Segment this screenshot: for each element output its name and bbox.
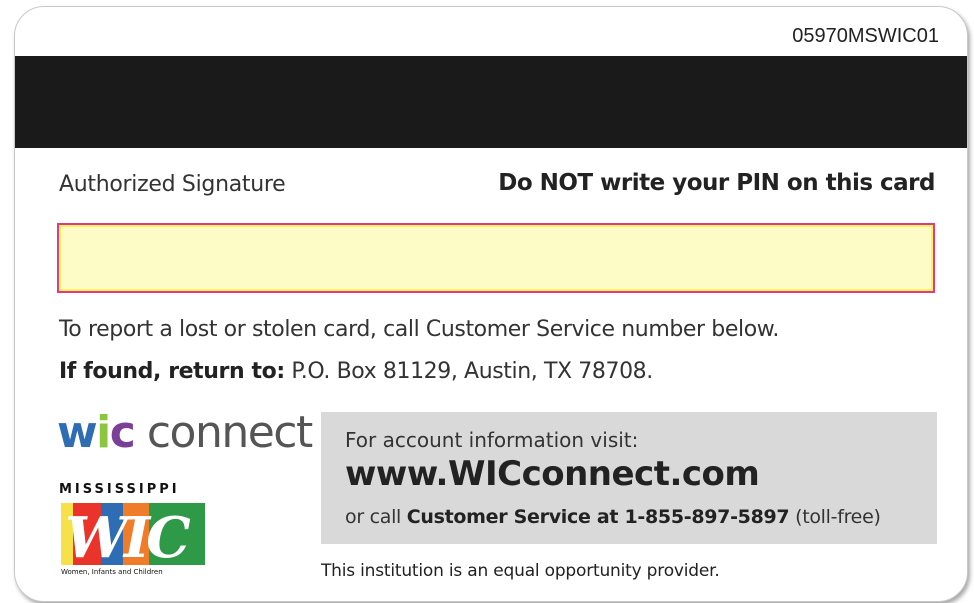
equal-opportunity-statement: This institution is an equal opportunity… <box>321 561 720 581</box>
signature-label: Authorized Signature <box>59 172 286 197</box>
card-back: 05970MSWIC01 Authorized Signature Do NOT… <box>14 6 968 602</box>
info-call-prefix: or call <box>345 506 407 528</box>
wic-connect-logo: wic connect <box>57 407 313 458</box>
found-label: If found, return to: <box>59 359 285 384</box>
signature-panel <box>57 223 935 293</box>
magnetic-stripe <box>15 56 967 148</box>
lost-card-notice: To report a lost or stolen card, call Cu… <box>59 317 779 342</box>
info-url[interactable]: www.WICconnect.com <box>345 454 760 494</box>
logo-program-full: Women, Infants and Children <box>61 568 163 576</box>
mississippi-wic-logo: MISSISSIPPI WIC Women, Infants and Child… <box>59 482 205 576</box>
wic-logo-w: w <box>57 407 98 458</box>
wic-logo-c: c <box>109 407 136 458</box>
found-address: P.O. Box 81129, Austin, TX 78708. <box>284 359 653 384</box>
logo-state-text: MISSISSIPPI <box>59 482 180 497</box>
found-return-notice: If found, return to: P.O. Box 81129, Aus… <box>59 359 653 384</box>
card-number: 05970MSWIC01 <box>792 25 939 47</box>
info-call-suffix: (toll-free) <box>789 506 881 528</box>
logo-wic-text: WIC <box>65 505 191 571</box>
info-call-number: Customer Service at 1-855-897-5897 <box>406 506 790 528</box>
pin-warning: Do NOT write your PIN on this card <box>498 170 935 196</box>
info-call-line: or call Customer Service at 1-855-897-58… <box>345 506 881 528</box>
info-visit-text: For account information visit: <box>345 428 639 452</box>
wic-logo-connect: connect <box>134 407 313 458</box>
wic-logo-i: i <box>96 407 111 458</box>
account-info-box: For account information visit: www.WICco… <box>321 412 937 544</box>
